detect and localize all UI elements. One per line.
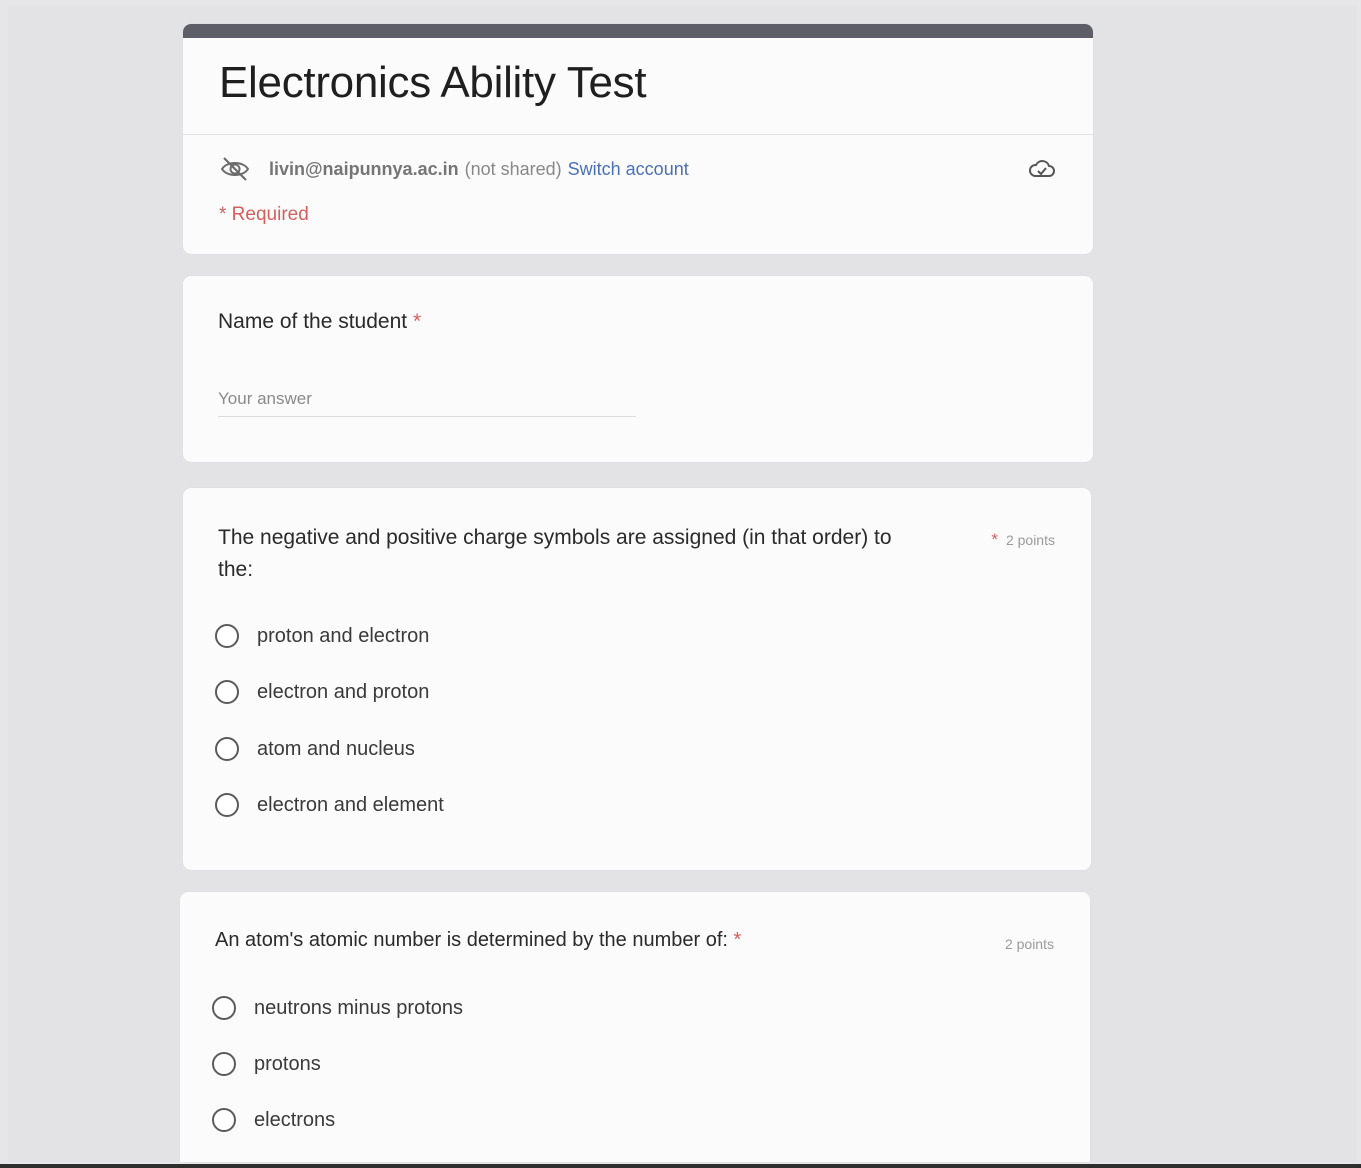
question-card-charge-symbols: The negative and positive charge symbols…	[183, 488, 1091, 870]
option-label: atom and nucleus	[257, 737, 415, 760]
page-bottom-border	[0, 1164, 1361, 1168]
option-proton-and-electron[interactable]: proton and electron	[215, 624, 429, 648]
points-label: 2 points	[1004, 936, 1054, 952]
student-name-input[interactable]	[218, 382, 636, 417]
question-text: An atom's atomic number is determined by…	[215, 929, 728, 951]
radio-unchecked-icon[interactable]	[212, 1052, 236, 1076]
header-accent-bar	[183, 24, 1093, 38]
question-text-line1: The negative and positive charge symbols…	[218, 526, 892, 549]
form-header-card: Electronics Ability Test livin@naipunnya…	[183, 24, 1093, 254]
form-title: Electronics Ability Test	[219, 58, 647, 107]
question-title: The negative and positive charge symbols…	[218, 522, 892, 586]
option-label: proton and electron	[257, 624, 430, 647]
account-email: livin@naipunnya.ac.in	[269, 158, 459, 179]
option-label: protons	[254, 1052, 321, 1075]
points-label: * 2 points	[991, 530, 1055, 550]
option-electron-and-element[interactable]: electron and element	[215, 793, 444, 817]
option-label: electrons	[254, 1108, 336, 1131]
question-card-name: Name of the student *	[183, 276, 1093, 462]
question-card-atomic-number: An atom's atomic number is determined by…	[180, 892, 1090, 1162]
option-electrons[interactable]: electrons	[212, 1108, 335, 1132]
radio-unchecked-icon[interactable]	[212, 996, 236, 1020]
account-row: livin@naipunnya.ac.in (not shared) Switc…	[219, 154, 1057, 184]
option-label: neutrons minus protons	[254, 996, 464, 1019]
required-note: * Required	[219, 204, 309, 225]
switch-account-link[interactable]: Switch account	[568, 159, 689, 180]
radio-unchecked-icon[interactable]	[215, 624, 239, 648]
question-text: Name of the student	[218, 310, 408, 333]
option-atom-and-nucleus[interactable]: atom and nucleus	[215, 737, 415, 761]
header-divider	[183, 134, 1093, 135]
option-electron-and-proton[interactable]: electron and proton	[215, 680, 429, 704]
required-asterisk: *	[991, 530, 998, 549]
radio-unchecked-icon[interactable]	[212, 1108, 236, 1132]
option-neutrons-minus-protons[interactable]: neutrons minus protons	[212, 996, 463, 1020]
required-asterisk: *	[412, 310, 422, 333]
question-text-line2: the:	[218, 558, 254, 581]
option-protons[interactable]: protons	[212, 1052, 321, 1076]
radio-unchecked-icon[interactable]	[215, 737, 239, 761]
question-title: Name of the student *	[218, 306, 421, 338]
points-value: 2 points	[1005, 532, 1055, 548]
question-title: An atom's atomic number is determined by…	[215, 924, 741, 956]
cloud-check-icon[interactable]	[1027, 154, 1057, 184]
option-label: electron and element	[257, 793, 444, 816]
eye-off-icon	[220, 157, 250, 181]
option-label: electron and proton	[257, 680, 430, 703]
shared-status: (not shared)	[464, 158, 562, 179]
required-asterisk: *	[733, 929, 742, 951]
radio-unchecked-icon[interactable]	[215, 680, 239, 704]
radio-unchecked-icon[interactable]	[215, 793, 239, 817]
